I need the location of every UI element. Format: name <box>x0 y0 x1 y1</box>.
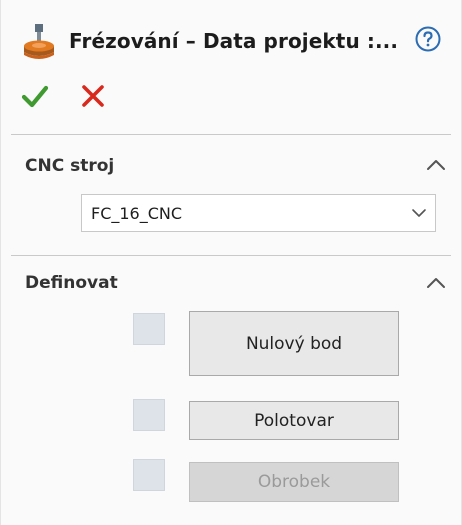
workpiece-checkbox[interactable] <box>133 459 165 491</box>
stock-button[interactable]: Polotovar <box>189 401 399 440</box>
help-circle-icon[interactable] <box>414 25 442 53</box>
divider <box>11 255 451 256</box>
zero-point-checkbox[interactable] <box>133 313 165 345</box>
cnc-machine-select[interactable]: FC_16_CNC <box>81 194 436 232</box>
chevron-down-icon <box>412 209 426 217</box>
panel-header: Frézování – Data projektu :... <box>1 0 462 132</box>
zero-point-button[interactable]: Nulový bod <box>189 311 399 376</box>
workpiece-button: Obrobek <box>189 462 399 502</box>
stock-checkbox[interactable] <box>133 399 165 431</box>
milling-tool-icon <box>24 24 54 59</box>
cnc-machine-select-value: FC_16_CNC <box>91 204 183 223</box>
section-title-cnc: CNC stroj <box>25 156 115 176</box>
property-manager-panel: Frézování – Data projektu :... CNC stroj… <box>0 0 462 525</box>
close-icon[interactable] <box>81 84 105 108</box>
checkmark-icon[interactable] <box>21 82 49 110</box>
chevron-up-icon[interactable] <box>425 276 447 290</box>
panel-title: Frézování – Data projektu :... <box>69 29 399 53</box>
chevron-up-icon[interactable] <box>425 158 447 172</box>
section-title-define: Definovat <box>25 273 118 293</box>
divider <box>11 134 451 135</box>
